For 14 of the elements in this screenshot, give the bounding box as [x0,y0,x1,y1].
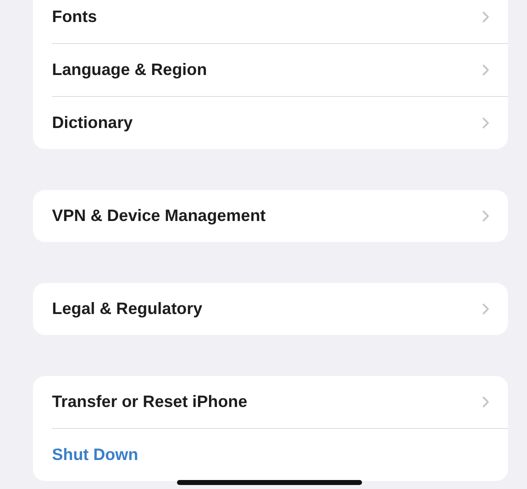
settings-row[interactable]: Legal & Regulatory [52,300,202,318]
chevron-icon [482,303,490,315]
chevron-icon [482,396,490,408]
chevron-icon [482,11,490,23]
home-indicator[interactable] [177,480,362,485]
chevron-icon [482,210,490,222]
settings-row[interactable]: Language & Region [52,60,207,80]
settings-row[interactable]: Transfer or Reset iPhone [52,392,248,412]
chevron-icon [482,117,490,129]
settings-row[interactable]: Fonts [52,8,97,26]
action-link[interactable]: Shut Down [52,446,138,464]
settings-row[interactable]: Dictionary [52,114,133,132]
chevron-icon [482,64,490,76]
settings-row[interactable]: VPN & Device Management [52,206,266,226]
